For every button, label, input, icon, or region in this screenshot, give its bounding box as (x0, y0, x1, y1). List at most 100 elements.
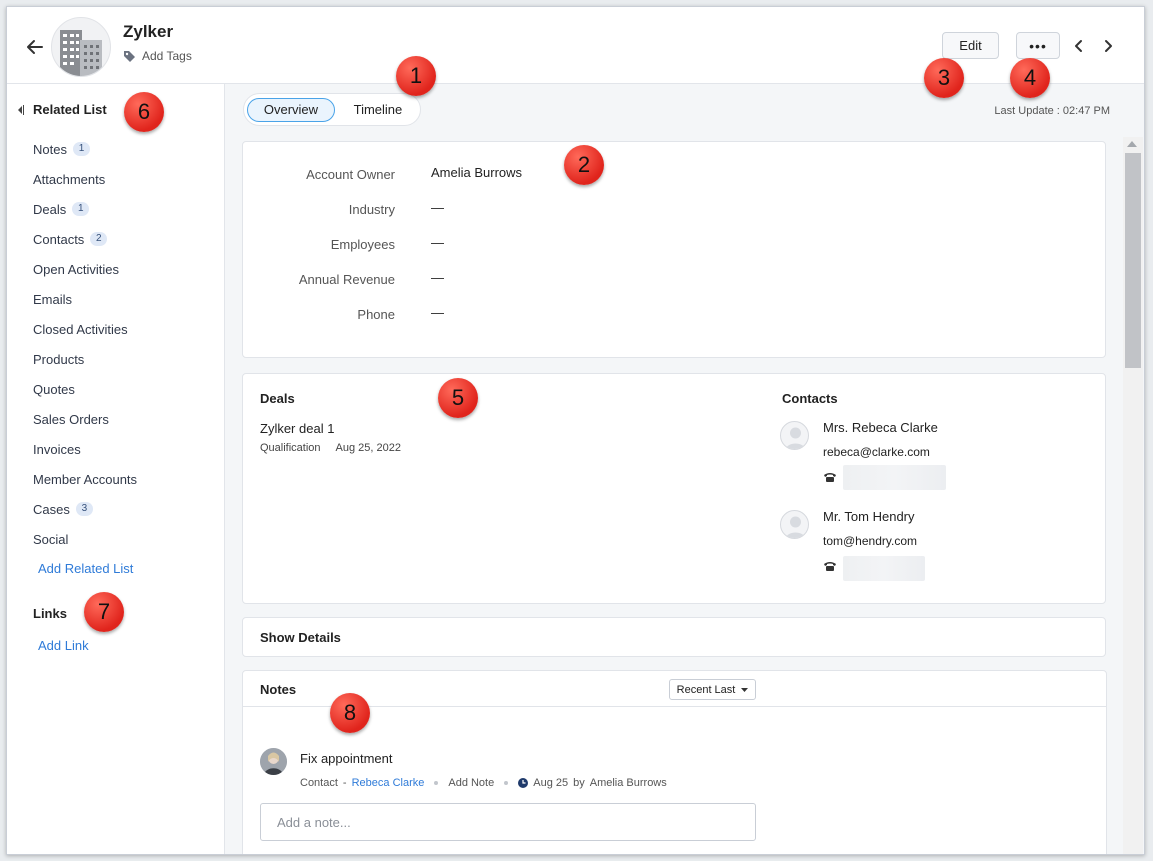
add-tags-label: Add Tags (142, 49, 192, 63)
show-details-label: Show Details (260, 630, 341, 645)
sidebar-item-label: Products (33, 351, 85, 367)
sidebar-item-label: Notes (33, 141, 67, 157)
contact-name-link[interactable]: Mr. Tom Hendry (823, 509, 915, 524)
building-icon (60, 30, 102, 76)
telephone-icon (824, 473, 836, 482)
divider (243, 706, 1106, 707)
redacted-phone (843, 556, 925, 581)
note-meta: Contact - Rebeca Clarke Add Note Aug 25 … (300, 777, 667, 789)
avatar (780, 421, 809, 450)
sidebar-item-label: Cases (33, 501, 70, 517)
sidebar-item-sales-orders[interactable]: Sales Orders (33, 410, 109, 428)
edit-button[interactable]: Edit (942, 32, 999, 59)
sidebar-item-emails[interactable]: Emails (33, 290, 72, 308)
sidebar-item-contacts[interactable]: Contacts 2 (33, 230, 108, 248)
count-badge: 1 (72, 202, 90, 216)
clock-icon (518, 778, 529, 788)
redacted-phone (843, 465, 946, 490)
field-label: Employees (330, 237, 395, 252)
callout-marker-8: 8 (330, 693, 370, 733)
sidebar-item-label: Sales Orders (33, 411, 109, 427)
tab-overview[interactable]: Overview (247, 97, 335, 122)
user-silhouette-icon (785, 427, 806, 449)
sidebar-item-label: Emails (33, 291, 73, 307)
sidebar-item-cases[interactable]: Cases 3 (33, 500, 93, 518)
deal-meta: Qualification Aug 25, 2022 (260, 442, 401, 454)
note-by: by (573, 777, 585, 789)
note-contact-link[interactable]: Rebeca Clarke (352, 777, 425, 789)
callout-marker-4: 4 (1010, 58, 1050, 98)
sidebar-item-products[interactable]: Products (33, 350, 84, 368)
last-update-text: Last Update : 02:47 PM (994, 105, 1110, 117)
callout-marker-2: 2 (564, 145, 604, 185)
contact-name-link[interactable]: Mrs. Rebeca Clarke (823, 420, 938, 435)
scroll-thumb[interactable] (1125, 153, 1141, 368)
industry-value[interactable]: — (431, 200, 444, 215)
tab-timeline[interactable]: Timeline (339, 98, 417, 122)
links-heading: Links (33, 606, 67, 621)
add-note-input[interactable] (260, 803, 756, 841)
sidebar-item-label: Social (33, 531, 69, 547)
count-badge: 3 (75, 502, 93, 516)
notes-heading: Notes (260, 682, 297, 697)
sidebar-item-invoices[interactable]: Invoices (33, 440, 81, 458)
deal-name-link[interactable]: Zylker deal 1 (260, 421, 334, 436)
dot-separator (504, 781, 509, 785)
sidebar-item-label: Member Accounts (33, 471, 138, 487)
deal-stage: Qualification (260, 442, 321, 454)
notes-sort-dropdown[interactable]: Recent Last (669, 679, 756, 700)
account-info-card: Account Owner Amelia Burrows Industry — … (242, 141, 1106, 358)
sidebar-item-label: Invoices (33, 441, 81, 457)
sidebar-item-social[interactable]: Social (33, 530, 68, 548)
field-label: Phone (357, 307, 395, 322)
related-list-sidebar: Related List Notes 1 Attachments Deals 1… (7, 84, 225, 854)
app-window: Zylker Add Tags Edit ••• Related List No… (6, 6, 1145, 855)
add-tags-button[interactable]: Add Tags (123, 49, 192, 63)
count-badge: 2 (90, 232, 108, 246)
contact-email[interactable]: rebeca@clarke.com (823, 445, 930, 459)
callout-marker-6: 6 (124, 92, 164, 132)
add-related-list-link[interactable]: Add Related List (38, 561, 133, 576)
more-actions-button[interactable]: ••• (1016, 32, 1060, 59)
collapse-left-icon[interactable] (16, 104, 24, 116)
sidebar-item-notes[interactable]: Notes 1 (33, 140, 90, 158)
employees-value[interactable]: — (431, 235, 444, 250)
add-link-link[interactable]: Add Link (38, 638, 89, 653)
show-details-bar[interactable]: Show Details (242, 617, 1106, 657)
caret-down-icon (741, 687, 749, 692)
account-owner-value[interactable]: Amelia Burrows (431, 165, 522, 180)
note-title: Fix appointment (300, 751, 393, 766)
record-header: Zylker Add Tags Edit ••• (7, 7, 1144, 84)
chevron-left-icon[interactable] (1072, 38, 1086, 54)
deals-heading: Deals (260, 391, 295, 406)
scroll-up-arrow[interactable] (1127, 141, 1137, 147)
phone-value[interactable]: — (431, 305, 444, 320)
field-label: Annual Revenue (298, 272, 395, 287)
sidebar-item-label: Open Activities (33, 261, 119, 277)
chevron-right-icon[interactable] (1101, 38, 1115, 54)
sidebar-item-deals[interactable]: Deals 1 (33, 200, 90, 218)
contact-email[interactable]: tom@hendry.com (823, 534, 917, 548)
main-scrollbar[interactable] (1123, 137, 1143, 854)
view-tabs: Overview Timeline (243, 93, 421, 126)
notes-card: Notes Recent Last Fix appointment Contac… (242, 670, 1107, 854)
arrow-left-icon[interactable] (25, 37, 45, 57)
count-badge: 1 (72, 142, 90, 156)
sidebar-item-quotes[interactable]: Quotes (33, 380, 75, 398)
sidebar-item-label: Quotes (33, 381, 75, 397)
telephone-icon (824, 562, 836, 571)
account-logo (51, 17, 111, 77)
sidebar-item-closed-activities[interactable]: Closed Activities (33, 320, 128, 338)
avatar (780, 510, 809, 539)
note-type: Contact (300, 777, 338, 789)
annual-revenue-value[interactable]: — (431, 270, 444, 285)
note-action: Add Note (448, 777, 495, 789)
sidebar-item-open-activities[interactable]: Open Activities (33, 260, 119, 278)
sidebar-item-label: Contacts (33, 231, 85, 247)
sidebar-item-label: Attachments (33, 171, 106, 187)
contacts-heading: Contacts (782, 391, 838, 406)
field-label: Account Owner (306, 167, 395, 182)
tag-icon (124, 51, 135, 62)
sidebar-item-attachments[interactable]: Attachments (33, 170, 105, 188)
sidebar-item-member-accounts[interactable]: Member Accounts (33, 470, 137, 488)
